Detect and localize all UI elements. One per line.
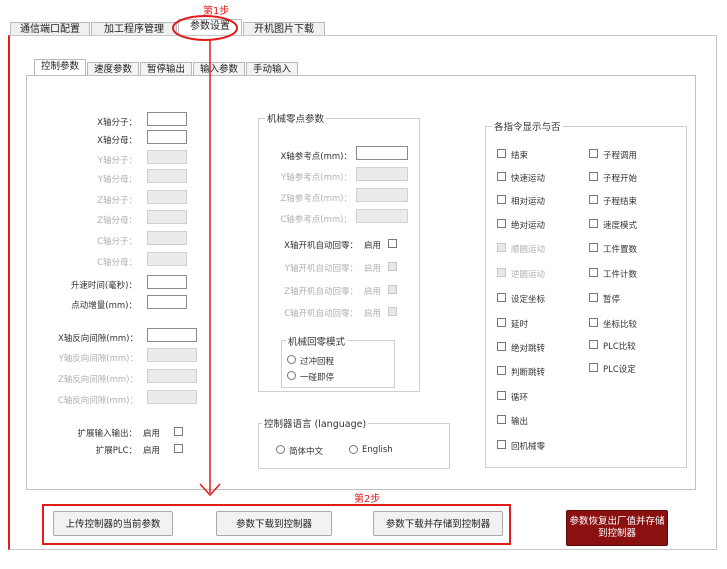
annotation-overlay [42, 15, 511, 545]
upload-params-button[interactable]: 上传控制器的当前参数 [53, 511, 173, 536]
step2-annotation: 第2步 [354, 494, 381, 505]
factory-reset-button[interactable]: 参数恢复出厂值并存储到控制器 [566, 510, 668, 546]
download-save-params-button[interactable]: 参数下载并存储到控制器 [373, 511, 503, 536]
download-params-button[interactable]: 参数下载到控制器 [216, 511, 332, 536]
